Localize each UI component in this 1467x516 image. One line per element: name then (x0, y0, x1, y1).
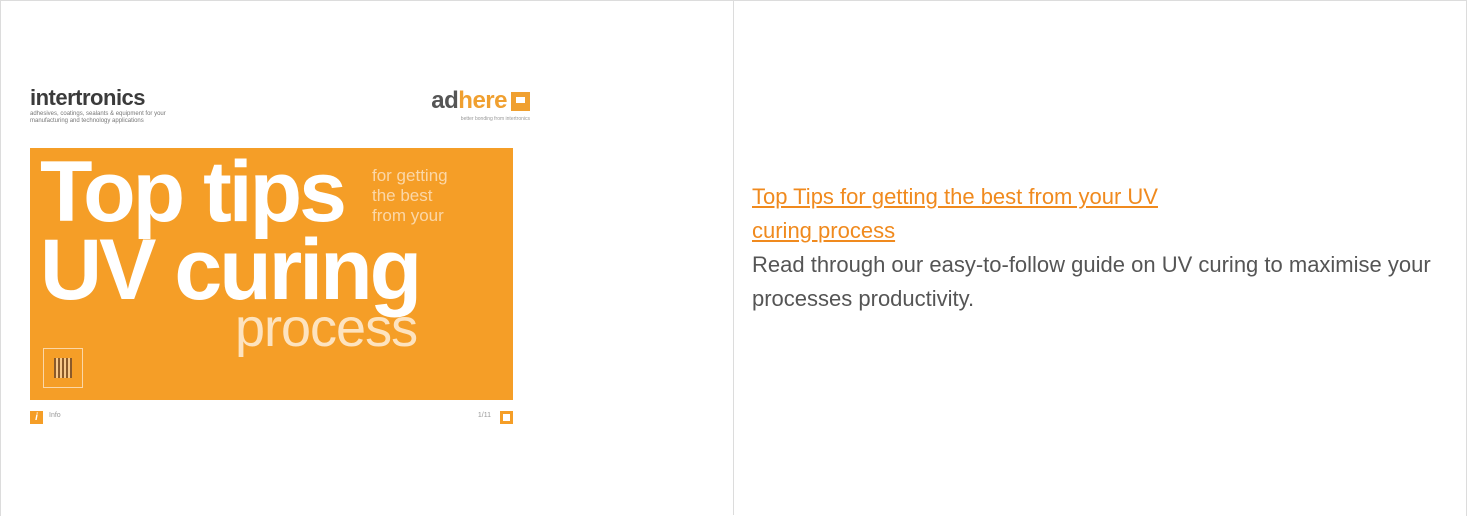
cover-side-text: for getting the best from your (372, 166, 448, 225)
info-label: Info (49, 412, 61, 419)
cover-badge-icon (43, 348, 83, 388)
column-divider (733, 0, 734, 515)
article-description: Read through our easy-to-follow guide on… (752, 252, 1431, 311)
cover-headline-3: process (235, 298, 418, 358)
brochure-cover: Top tips for getting the best from your … (30, 148, 513, 400)
next-page-icon[interactable] (500, 411, 513, 424)
adhere-box-icon (511, 91, 530, 111)
adhere-tagline: better bonding from intertronics (460, 116, 530, 122)
article-title-link[interactable]: Top Tips for getting the best from your … (752, 180, 1172, 248)
brochure-thumbnail[interactable]: intertronics adhesives, coatings, sealan… (30, 85, 530, 440)
adhere-wordmark: adhere (431, 87, 507, 114)
brand-name: intertronics (30, 85, 146, 110)
article-text: Top Tips for getting the best from your … (752, 180, 1452, 316)
brand-tagline: adhesives, coatings, sealants & equipmen… (30, 111, 166, 124)
intertronics-logo: intertronics adhesives, coatings, sealan… (30, 85, 180, 125)
info-icon[interactable]: i (30, 411, 43, 424)
brochure-footer: i Info 1/11 (30, 410, 513, 426)
adhere-logo: adhere better bonding from intertronics (431, 87, 530, 122)
page-number: 1/11 (477, 412, 491, 419)
